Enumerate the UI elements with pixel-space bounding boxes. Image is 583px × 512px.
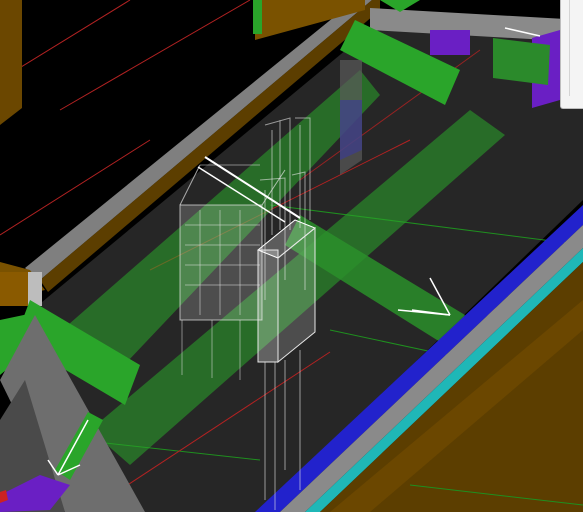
- wall-column-left-top[interactable]: [0, 0, 22, 125]
- 3d-model-viewport[interactable]: [0, 0, 583, 512]
- support-post-blue: [340, 100, 362, 160]
- green-post-top[interactable]: [253, 0, 262, 34]
- purple-block-top: [430, 30, 470, 55]
- model-scene[interactable]: [0, 0, 583, 512]
- wall-end-block: [0, 272, 28, 306]
- side-tool-panel[interactable]: [560, 0, 583, 109]
- green-brace-top-right[interactable]: [493, 38, 550, 85]
